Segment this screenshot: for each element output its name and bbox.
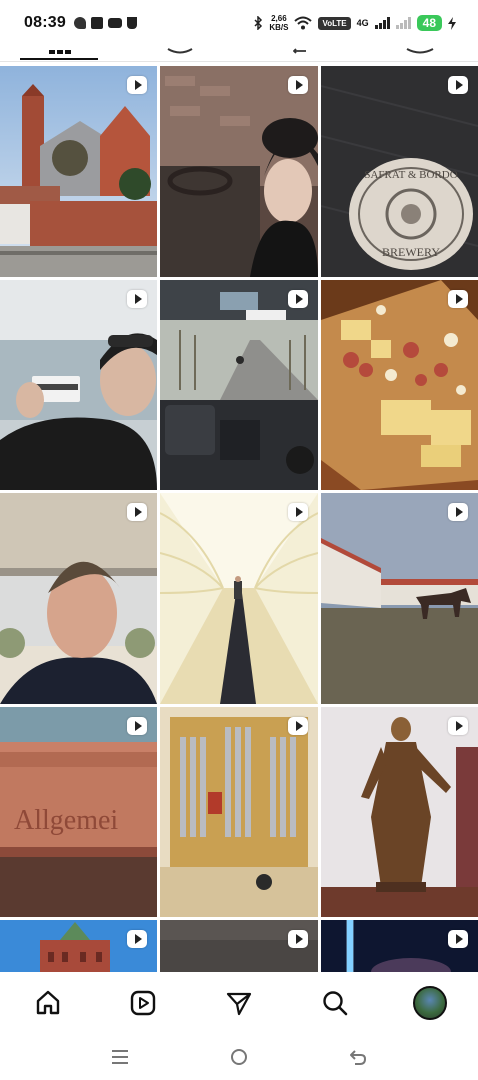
coaster-text-top: SAFRAT & BORDO <box>364 169 457 181</box>
church-thumbnail <box>0 66 157 277</box>
nav-direct-messages[interactable] <box>217 981 261 1025</box>
repost-tab-icon <box>293 48 306 54</box>
system-navigation <box>0 1034 478 1080</box>
network-type: 4G <box>356 18 369 28</box>
grid-tile-man-selfie[interactable] <box>0 493 157 704</box>
charging-bolt-icon <box>448 16 456 30</box>
man-selfie-thumbnail <box>0 493 157 704</box>
video-indicator-icon <box>127 290 147 308</box>
app-notification-icon <box>73 17 86 29</box>
grid-tile-pipe-organ[interactable] <box>160 707 318 917</box>
video-indicator-icon <box>448 76 468 94</box>
grid-tile-allgemein-sign[interactable]: Allgemei <box>0 707 157 917</box>
sign-caption: Allgemei <box>14 805 119 836</box>
grid-tile-bus-interior[interactable] <box>160 280 318 490</box>
grid-tile-church[interactable] <box>0 66 157 277</box>
tab-divider <box>0 61 478 62</box>
corridor-thumbnail <box>160 493 318 704</box>
clock: 08:39 <box>24 14 66 31</box>
youtube-icon <box>107 18 122 28</box>
wifi-icon <box>294 16 313 30</box>
video-indicator-icon <box>288 930 308 948</box>
coaster-thumbnail: SAFRAT & BORDO BREWERY <box>321 66 478 277</box>
grid-tile-brewery-coaster[interactable]: SAFRAT & BORDO BREWERY <box>321 66 478 277</box>
grid-tile-horse-stables[interactable] <box>321 493 478 704</box>
reels-icon <box>131 990 156 1016</box>
video-indicator-icon <box>448 717 468 735</box>
video-indicator-icon <box>448 503 468 521</box>
video-indicator-icon <box>288 503 308 521</box>
statue-thumbnail <box>321 707 478 917</box>
video-indicator-icon <box>288 76 308 94</box>
cheese-board-thumbnail <box>321 280 478 490</box>
video-indicator-icon <box>448 290 468 308</box>
reels-tab-icon <box>167 48 193 54</box>
home-circle-icon[interactable] <box>230 1048 248 1066</box>
active-tab-indicator <box>20 58 98 60</box>
organ-thumbnail <box>160 707 318 917</box>
video-indicator-icon <box>127 76 147 94</box>
file-notification-icon <box>90 17 103 29</box>
net-speed-unit: KB/S <box>269 23 289 32</box>
battery-indicator: 48 <box>416 15 442 31</box>
nav-profile[interactable] <box>408 981 452 1025</box>
video-indicator-icon <box>127 717 147 735</box>
back-icon[interactable] <box>349 1048 367 1066</box>
tagged-tab-icon <box>406 48 434 54</box>
nav-home[interactable] <box>26 981 70 1025</box>
brewery-selfie-thumbnail <box>160 66 318 277</box>
grid-tile-bronze-statue[interactable] <box>321 707 478 917</box>
search-icon <box>322 991 347 1016</box>
grid-tab-icon <box>49 50 71 54</box>
status-right: 2,66 KB/S VoLTE 4G 48 <box>253 14 456 32</box>
home-icon <box>36 990 59 1015</box>
signal-strength-icon-2 <box>395 17 411 29</box>
notification-icons <box>73 17 137 29</box>
video-indicator-icon <box>448 930 468 948</box>
status-left: 08:39 <box>24 14 137 32</box>
bottom-navigation <box>0 972 478 1034</box>
volte-badge: VoLTE <box>318 16 351 30</box>
direct-message-icon <box>226 992 252 1016</box>
lab-flask-icon <box>126 17 137 29</box>
grid-tile-dark[interactable] <box>160 920 318 972</box>
man-card-thumbnail <box>0 280 157 490</box>
nav-reels[interactable] <box>121 981 165 1025</box>
signal-strength-icon <box>374 17 390 29</box>
grid-tile-man-in-hat-brewery[interactable] <box>160 66 318 277</box>
grid-tile-arcade-corridor[interactable] <box>160 493 318 704</box>
grid-tile-castle-tower[interactable] <box>0 920 157 972</box>
video-indicator-icon <box>127 503 147 521</box>
bus-thumbnail <box>160 280 318 490</box>
stables-thumbnail <box>321 493 478 704</box>
coaster-text-bottom: BREWERY <box>382 245 440 259</box>
profile-avatar <box>413 986 448 1020</box>
grid-tile-cheese-board[interactable] <box>321 280 478 490</box>
net-speed-value: 2,66 <box>271 14 287 23</box>
bluetooth-icon <box>254 16 263 30</box>
video-indicator-icon <box>288 290 308 308</box>
grid-tile-man-with-card[interactable] <box>0 280 157 490</box>
recent-apps-icon[interactable] <box>111 1049 129 1065</box>
grid-tile-neon[interactable] <box>321 920 478 972</box>
video-indicator-icon <box>127 930 147 948</box>
video-indicator-icon <box>288 717 308 735</box>
network-speed: 2,66 KB/S <box>269 14 288 32</box>
nav-search[interactable] <box>313 981 357 1025</box>
